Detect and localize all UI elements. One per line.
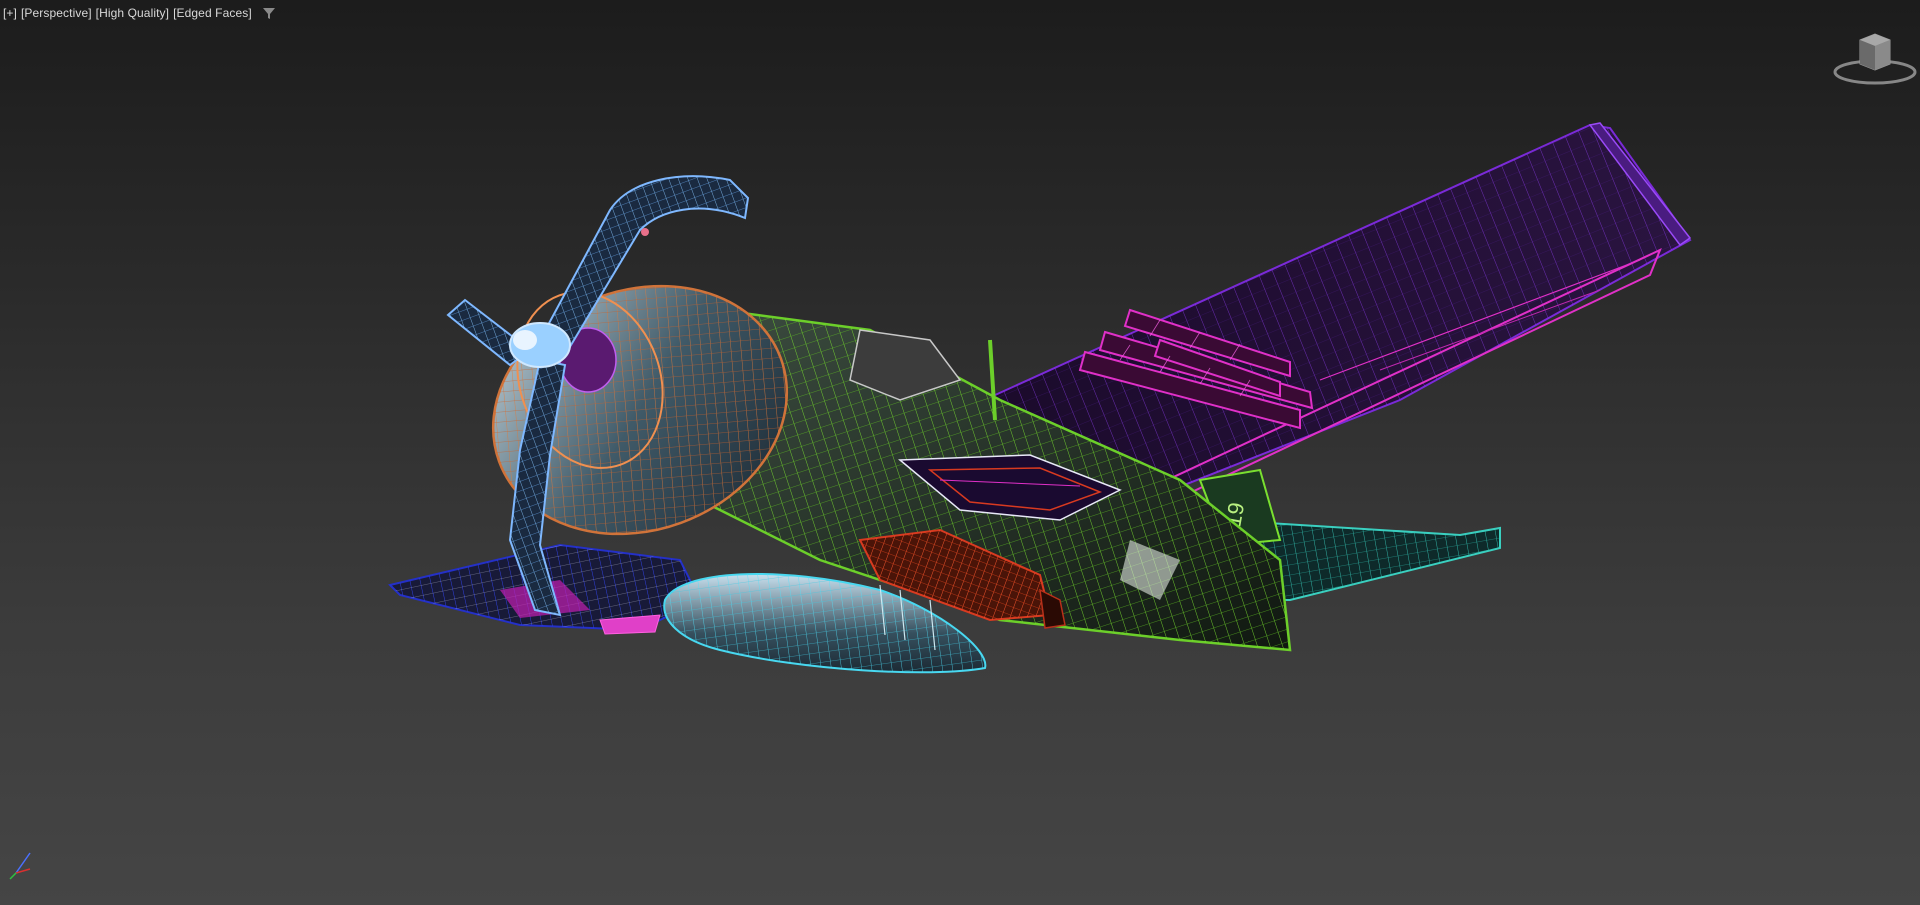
perspective-viewport[interactable]: [+] [Perspective] [High Quality] [Edged …	[0, 0, 1920, 905]
aircraft-model[interactable]: 19	[0, 0, 1920, 905]
viewcube-icon[interactable]	[1832, 30, 1918, 90]
axis-tripod-icon	[6, 851, 36, 881]
